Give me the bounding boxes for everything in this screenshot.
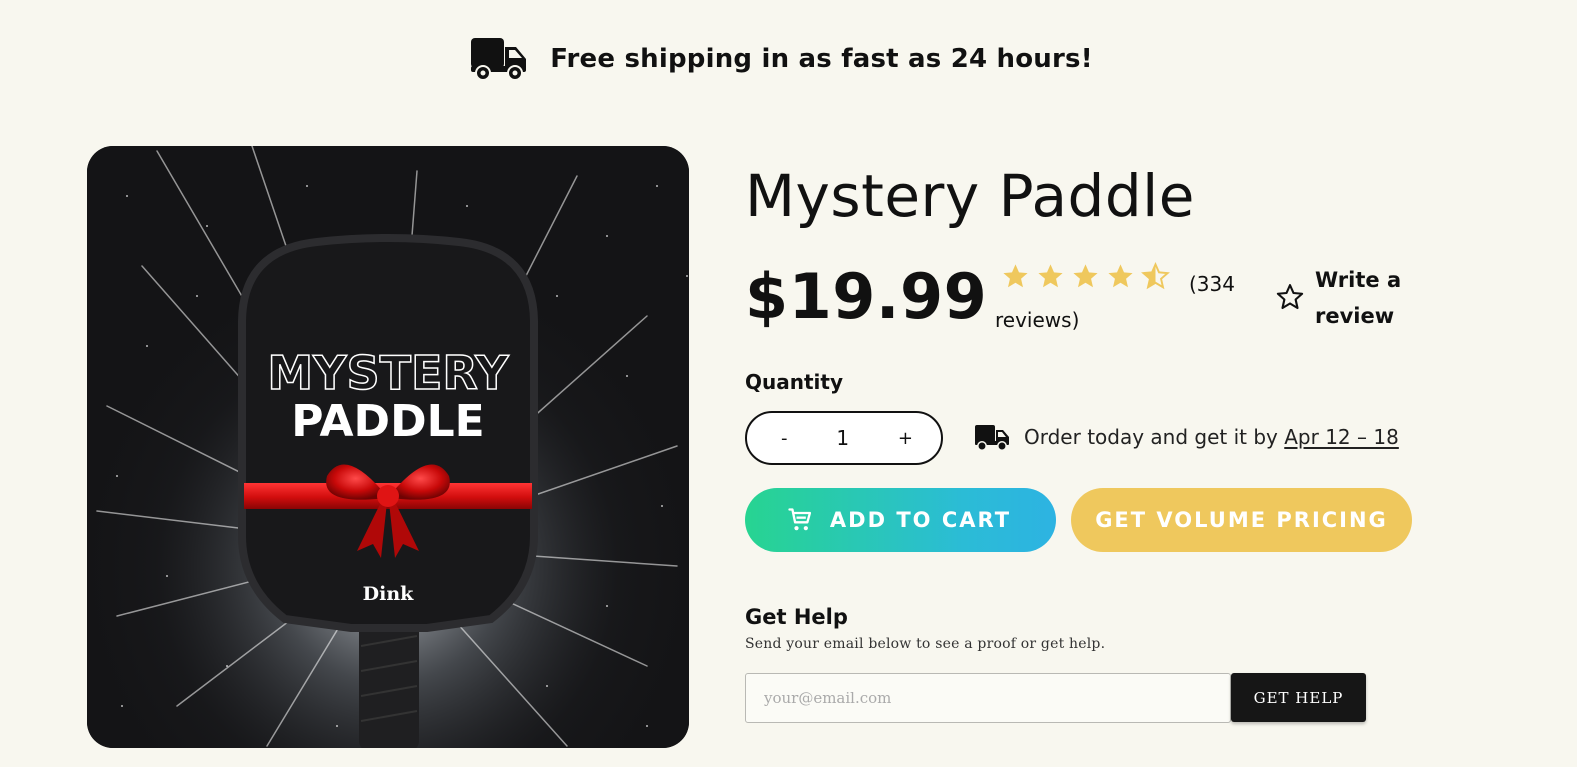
shipping-banner: Free shipping in as fast as 24 hours!: [0, 34, 1577, 84]
product-title: Mystery Paddle: [745, 162, 1195, 230]
truck-icon: [471, 38, 527, 81]
paddle-text-paddle: PADDLE: [291, 396, 484, 447]
star-outline-icon: [1276, 284, 1304, 310]
cart-icon: [788, 508, 812, 531]
write-review-label[interactable]: Write a review: [1315, 262, 1425, 334]
get-help-subtitle: Send your email below to see a proof or …: [745, 636, 1106, 652]
get-volume-pricing-button[interactable]: GET VOLUME PRICING: [1071, 488, 1412, 552]
email-field[interactable]: [745, 673, 1231, 723]
product-rating[interactable]: (334 reviews): [995, 262, 1255, 332]
quantity-stepper[interactable]: - 1 +: [745, 411, 943, 465]
product-image[interactable]: MYSTERY PADDLE Dink: [87, 146, 689, 748]
add-to-cart-label[interactable]: ADD TO CART: [830, 508, 1011, 532]
quantity-label: Quantity: [745, 370, 843, 394]
volume-pricing-label[interactable]: GET VOLUME PRICING: [1095, 508, 1388, 532]
mystery-paddle-illustration: MYSTERY PADDLE Dink: [87, 146, 689, 748]
get-help-heading: Get Help: [745, 605, 848, 629]
quantity-increase-button[interactable]: +: [898, 428, 913, 449]
delivery-date[interactable]: Apr 12 – 18: [1284, 425, 1399, 449]
get-help-button[interactable]: GET HELP: [1231, 673, 1366, 722]
delivery-text: Order today and get it by: [1024, 425, 1278, 449]
write-review-link[interactable]: Write a review: [1275, 262, 1425, 334]
quantity-decrease-button[interactable]: -: [781, 428, 788, 449]
review-count[interactable]: (334 reviews): [995, 266, 1245, 338]
shipping-banner-text: Free shipping in as fast as 24 hours!: [550, 44, 1093, 74]
add-to-cart-button[interactable]: ADD TO CART: [745, 488, 1056, 552]
quantity-value[interactable]: 1: [836, 426, 849, 450]
product-price: $19.99: [745, 260, 988, 333]
paddle-brand-logo: Dink: [363, 583, 415, 605]
delivery-estimate: Order today and get it by Apr 12 – 18: [974, 423, 1399, 451]
truck-icon: [975, 425, 1009, 451]
paddle-text-mystery: MYSTERY: [267, 346, 509, 400]
